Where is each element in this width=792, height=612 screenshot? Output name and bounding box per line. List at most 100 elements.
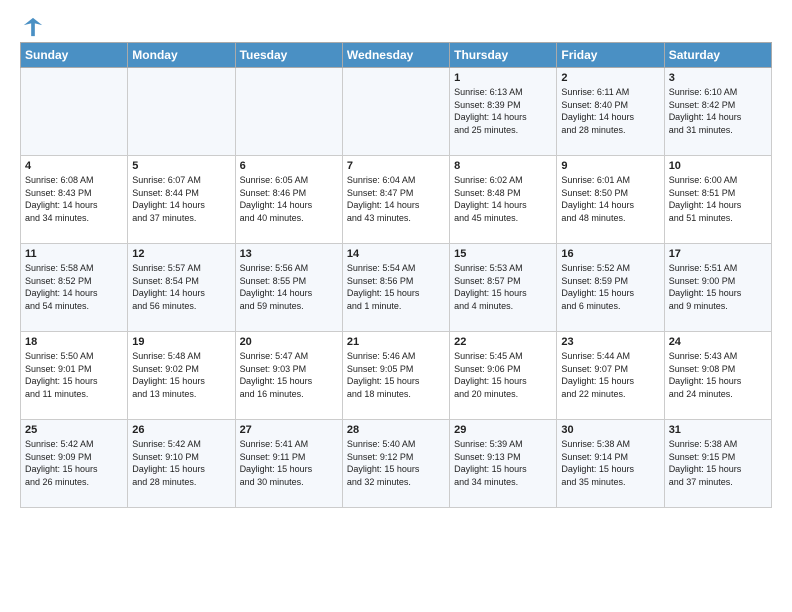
calendar-cell <box>128 68 235 156</box>
day-info: Sunrise: 5:46 AMSunset: 9:05 PMDaylight:… <box>347 350 445 400</box>
day-number: 31 <box>669 424 767 436</box>
calendar-cell: 9 Sunrise: 6:01 AMSunset: 8:50 PMDaylight… <box>557 156 664 244</box>
col-header-thursday: Thursday <box>450 43 557 68</box>
day-info: Sunrise: 6:02 AMSunset: 8:48 PMDaylight:… <box>454 174 552 224</box>
calendar-cell: 24 Sunrise: 5:43 AMSunset: 9:08 PMDayligh… <box>664 332 771 420</box>
calendar-cell: 14Sunrise: 5:54 AMSunset: 8:56 PMDayligh… <box>342 244 449 332</box>
logo-icon <box>22 16 44 38</box>
calendar-cell: 15 Sunrise: 5:53 AMSunset: 8:57 PMDayligh… <box>450 244 557 332</box>
day-info: Sunrise: 5:56 AMSunset: 8:55 PMDaylight:… <box>240 262 338 312</box>
day-info: Sunrise: 5:50 AMSunset: 9:01 PMDaylight:… <box>25 350 123 400</box>
header-row: SundayMondayTuesdayWednesdayThursdayFrid… <box>21 43 772 68</box>
calendar-cell: 29 Sunrise: 5:39 AMSunset: 9:13 PMDayligh… <box>450 420 557 508</box>
day-info: Sunrise: 6:01 AMSunset: 8:50 PMDaylight:… <box>561 174 659 224</box>
calendar-cell: 13 Sunrise: 5:56 AMSunset: 8:55 PMDayligh… <box>235 244 342 332</box>
day-info: Sunrise: 6:00 AMSunset: 8:51 PMDaylight:… <box>669 174 767 224</box>
calendar-cell <box>235 68 342 156</box>
day-number: 12 <box>132 248 230 260</box>
day-number: 28 <box>347 424 445 436</box>
day-number: 13 <box>240 248 338 260</box>
day-number: 11 <box>25 248 123 260</box>
calendar-cell: 26 Sunrise: 5:42 AMSunset: 9:10 PMDayligh… <box>128 420 235 508</box>
calendar-cell: 19 Sunrise: 5:48 AMSunset: 9:02 PMDayligh… <box>128 332 235 420</box>
calendar-week-3: 11 Sunrise: 5:58 AMSunset: 8:52 PMDayligh… <box>21 244 772 332</box>
calendar-cell <box>21 68 128 156</box>
calendar-cell: 23 Sunrise: 5:44 AMSunset: 9:07 PMDayligh… <box>557 332 664 420</box>
day-number: 29 <box>454 424 552 436</box>
calendar-week-2: 4 Sunrise: 6:08 AMSunset: 8:43 PMDaylight… <box>21 156 772 244</box>
day-info: Sunrise: 5:54 AMSunset: 8:56 PMDaylight:… <box>347 262 445 312</box>
col-header-sunday: Sunday <box>21 43 128 68</box>
calendar-cell: 20 Sunrise: 5:47 AMSunset: 9:03 PMDayligh… <box>235 332 342 420</box>
day-number: 23 <box>561 336 659 348</box>
day-info: Sunrise: 5:47 AMSunset: 9:03 PMDaylight:… <box>240 350 338 400</box>
col-header-tuesday: Tuesday <box>235 43 342 68</box>
day-number: 22 <box>454 336 552 348</box>
col-header-friday: Friday <box>557 43 664 68</box>
calendar-cell: 16 Sunrise: 5:52 AMSunset: 8:59 PMDayligh… <box>557 244 664 332</box>
calendar-cell: 28 Sunrise: 5:40 AMSunset: 9:12 PMDayligh… <box>342 420 449 508</box>
day-number: 6 <box>240 160 338 172</box>
day-info: Sunrise: 5:51 AMSunset: 9:00 PMDaylight:… <box>669 262 767 312</box>
day-info: Sunrise: 5:58 AMSunset: 8:52 PMDaylight:… <box>25 262 123 312</box>
day-info: Sunrise: 5:40 AMSunset: 9:12 PMDaylight:… <box>347 438 445 488</box>
day-number: 4 <box>25 160 123 172</box>
day-number: 25 <box>25 424 123 436</box>
day-info: Sunrise: 6:11 AMSunset: 8:40 PMDaylight:… <box>561 86 659 136</box>
day-info: Sunrise: 6:08 AMSunset: 8:43 PMDaylight:… <box>25 174 123 224</box>
calendar-table: SundayMondayTuesdayWednesdayThursdayFrid… <box>20 42 772 508</box>
day-info: Sunrise: 5:42 AMSunset: 9:09 PMDaylight:… <box>25 438 123 488</box>
calendar-cell: 21Sunrise: 5:46 AMSunset: 9:05 PMDayligh… <box>342 332 449 420</box>
calendar-cell: 25 Sunrise: 5:42 AMSunset: 9:09 PMDayligh… <box>21 420 128 508</box>
day-number: 3 <box>669 72 767 84</box>
day-info: Sunrise: 6:07 AMSunset: 8:44 PMDaylight:… <box>132 174 230 224</box>
day-info: Sunrise: 5:39 AMSunset: 9:13 PMDaylight:… <box>454 438 552 488</box>
day-info: Sunrise: 5:45 AMSunset: 9:06 PMDaylight:… <box>454 350 552 400</box>
calendar-cell: 3 Sunrise: 6:10 AMSunset: 8:42 PMDaylight… <box>664 68 771 156</box>
day-number: 10 <box>669 160 767 172</box>
day-info: Sunrise: 5:43 AMSunset: 9:08 PMDaylight:… <box>669 350 767 400</box>
day-number: 8 <box>454 160 552 172</box>
day-info: Sunrise: 5:38 AMSunset: 9:15 PMDaylight:… <box>669 438 767 488</box>
calendar-cell: 5 Sunrise: 6:07 AMSunset: 8:44 PMDaylight… <box>128 156 235 244</box>
day-info: Sunrise: 5:52 AMSunset: 8:59 PMDaylight:… <box>561 262 659 312</box>
day-info: Sunrise: 5:44 AMSunset: 9:07 PMDaylight:… <box>561 350 659 400</box>
day-info: Sunrise: 6:05 AMSunset: 8:46 PMDaylight:… <box>240 174 338 224</box>
day-info: Sunrise: 5:53 AMSunset: 8:57 PMDaylight:… <box>454 262 552 312</box>
day-number: 9 <box>561 160 659 172</box>
calendar-cell: 1 Sunrise: 6:13 AMSunset: 8:39 PMDaylight… <box>450 68 557 156</box>
calendar-week-5: 25 Sunrise: 5:42 AMSunset: 9:09 PMDayligh… <box>21 420 772 508</box>
day-number: 27 <box>240 424 338 436</box>
calendar-cell: 11 Sunrise: 5:58 AMSunset: 8:52 PMDayligh… <box>21 244 128 332</box>
page-container: SundayMondayTuesdayWednesdayThursdayFrid… <box>0 0 792 518</box>
day-info: Sunrise: 5:57 AMSunset: 8:54 PMDaylight:… <box>132 262 230 312</box>
calendar-cell: 12 Sunrise: 5:57 AMSunset: 8:54 PMDayligh… <box>128 244 235 332</box>
header <box>20 16 772 38</box>
calendar-cell: 2 Sunrise: 6:11 AMSunset: 8:40 PMDaylight… <box>557 68 664 156</box>
calendar-week-4: 18 Sunrise: 5:50 AMSunset: 9:01 PMDayligh… <box>21 332 772 420</box>
day-number: 2 <box>561 72 659 84</box>
day-info: Sunrise: 5:41 AMSunset: 9:11 PMDaylight:… <box>240 438 338 488</box>
day-number: 7 <box>347 160 445 172</box>
col-header-monday: Monday <box>128 43 235 68</box>
calendar-cell: 30Sunrise: 5:38 AMSunset: 9:14 PMDayligh… <box>557 420 664 508</box>
calendar-cell: 4 Sunrise: 6:08 AMSunset: 8:43 PMDaylight… <box>21 156 128 244</box>
day-info: Sunrise: 5:48 AMSunset: 9:02 PMDaylight:… <box>132 350 230 400</box>
day-number: 19 <box>132 336 230 348</box>
day-number: 5 <box>132 160 230 172</box>
day-info: Sunrise: 6:10 AMSunset: 8:42 PMDaylight:… <box>669 86 767 136</box>
day-info: Sunrise: 6:13 AMSunset: 8:39 PMDaylight:… <box>454 86 552 136</box>
calendar-cell: 10 Sunrise: 6:00 AMSunset: 8:51 PMDayligh… <box>664 156 771 244</box>
day-info: Sunrise: 5:38 AMSunset: 9:14 PMDaylight:… <box>561 438 659 488</box>
calendar-cell <box>342 68 449 156</box>
day-number: 24 <box>669 336 767 348</box>
day-number: 16 <box>561 248 659 260</box>
day-number: 18 <box>25 336 123 348</box>
day-number: 15 <box>454 248 552 260</box>
col-header-wednesday: Wednesday <box>342 43 449 68</box>
day-info: Sunrise: 5:42 AMSunset: 9:10 PMDaylight:… <box>132 438 230 488</box>
day-number: 1 <box>454 72 552 84</box>
day-number: 26 <box>132 424 230 436</box>
day-number: 20 <box>240 336 338 348</box>
calendar-cell: 8 Sunrise: 6:02 AMSunset: 8:48 PMDaylight… <box>450 156 557 244</box>
